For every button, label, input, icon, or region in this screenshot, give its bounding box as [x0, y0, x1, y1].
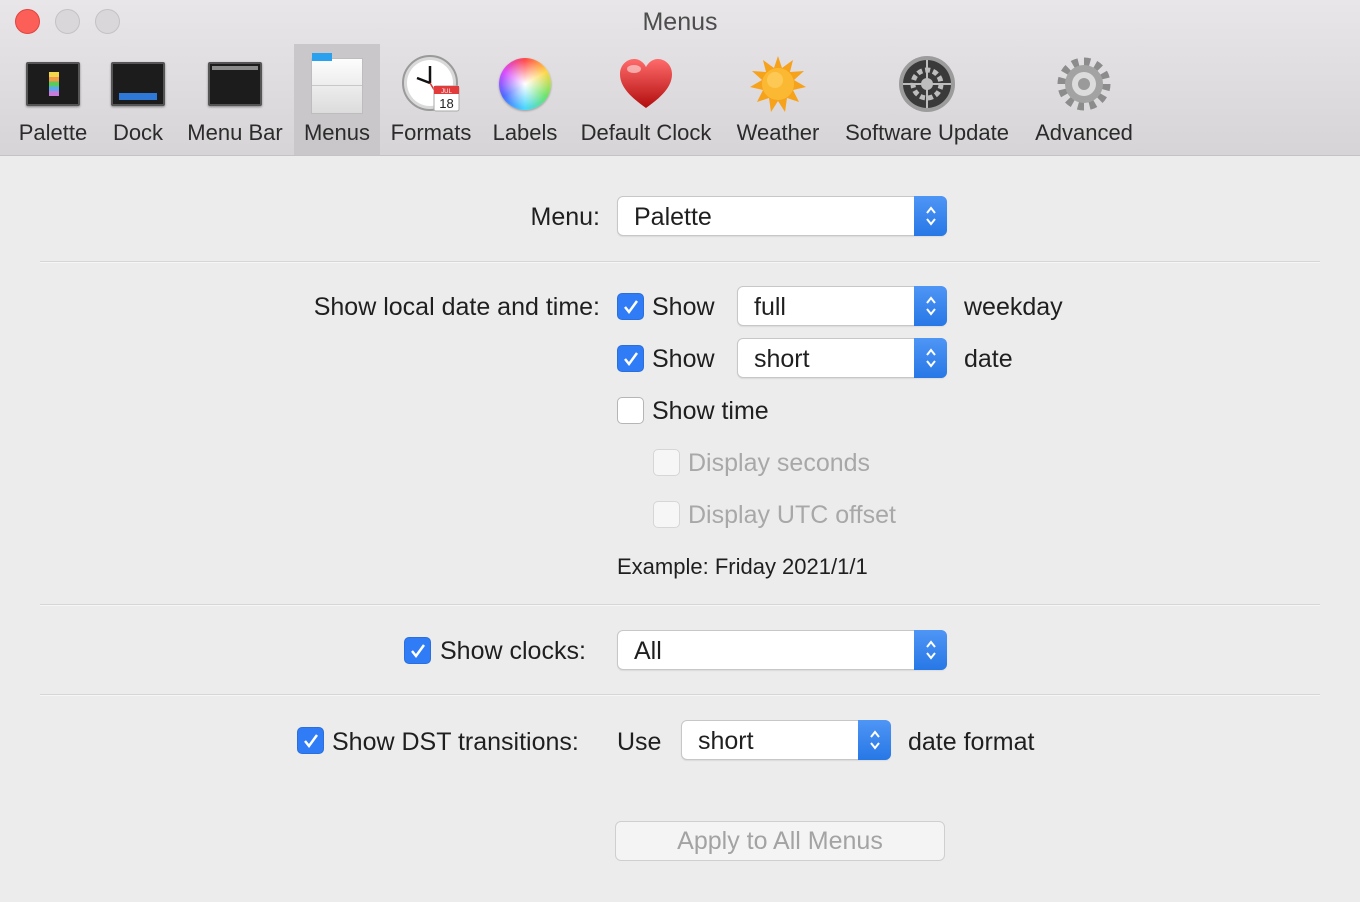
menus-icon [307, 53, 367, 114]
sun-icon [748, 54, 808, 114]
show-clocks-checkbox[interactable] [404, 637, 431, 664]
toolbar-item-label: Default Clock [580, 120, 712, 145]
dst-format-value: short [698, 727, 754, 755]
toolbar-item-menus[interactable]: Menus [294, 44, 380, 155]
date-suffix-label: date [964, 345, 1013, 373]
clock-calendar-icon: JUL 18 [401, 54, 461, 114]
show-weekday-checkbox[interactable] [617, 293, 644, 320]
toolbar-item-menu-bar[interactable]: Menu Bar [180, 44, 290, 155]
example-text: Example: Friday 2021/1/1 [617, 554, 868, 579]
toolbar-item-label: Software Update [845, 120, 1009, 145]
show-clocks-label: Show clocks: [440, 637, 586, 665]
toolbar-item-labels[interactable]: Labels [484, 44, 566, 155]
show-dst-label: Show DST transitions: [332, 728, 579, 756]
separator [40, 694, 1320, 696]
show-weekday-label: Show [652, 293, 715, 321]
calendar-month-text: JUL [441, 89, 452, 95]
show-time-checkbox[interactable] [617, 397, 644, 424]
dst-use-label: Use [617, 728, 662, 756]
toolbar-item-software-update[interactable]: Software Update [834, 44, 1020, 155]
title-bar: Menus Palette Dock Menu Bar Menus JUL 18… [0, 0, 1360, 156]
popup-stepper-icon [914, 630, 947, 670]
color-wheel-icon [495, 54, 555, 114]
show-date-label: Show [652, 345, 715, 373]
calendar-day-text: 18 [439, 96, 453, 111]
popup-stepper-icon [914, 196, 947, 236]
popup-stepper-icon [914, 286, 947, 326]
menu-bar-icon [205, 54, 265, 114]
toolbar-item-default-clock[interactable]: Default Clock [570, 44, 722, 155]
palette-icon [23, 54, 83, 114]
date-format-value: short [754, 345, 810, 373]
weekday-suffix-label: weekday [964, 293, 1063, 321]
separator [40, 261, 1320, 263]
clocks-popup-value: All [634, 637, 662, 665]
software-update-icon [897, 54, 957, 114]
toolbar-item-label: Formats [390, 120, 472, 145]
separator [40, 604, 1320, 606]
toolbar-item-label: Weather [736, 120, 820, 145]
toolbar-item-label: Dock [112, 120, 164, 145]
toolbar-item-advanced[interactable]: Advanced [1026, 44, 1142, 155]
toolbar-item-label: Menus [303, 120, 371, 145]
gear-icon [1054, 54, 1114, 114]
toolbar-item-label: Labels [492, 120, 558, 145]
toolbar-item-palette[interactable]: Palette [8, 44, 98, 155]
menus-preferences-window: Menus Palette Dock Menu Bar Menus JUL 18… [0, 0, 1360, 902]
display-utc-offset-label: Display UTC offset [688, 501, 896, 529]
weekday-format-popup[interactable]: full [737, 286, 947, 326]
window-title: Menus [642, 8, 718, 36]
heart-icon [616, 54, 676, 114]
apply-to-all-menus-button[interactable]: Apply to All Menus [615, 821, 945, 861]
toolbar-item-label: Menu Bar [187, 120, 283, 145]
menu-label: Menu: [530, 203, 600, 231]
menu-popup[interactable]: Palette [617, 196, 947, 236]
toolbar-item-formats[interactable]: JUL 18 Formats [384, 44, 478, 155]
show-date-checkbox[interactable] [617, 345, 644, 372]
toolbar-item-weather[interactable]: Weather [728, 44, 828, 155]
toolbar-item-dock[interactable]: Dock [100, 44, 176, 155]
local-date-time-label: Show local date and time: [313, 293, 600, 321]
dock-icon [108, 54, 168, 114]
toolbar-item-label: Palette [18, 120, 88, 145]
weekday-format-value: full [754, 293, 786, 321]
clocks-popup[interactable]: All [617, 630, 947, 670]
toolbar-item-label: Advanced [1035, 120, 1133, 145]
display-seconds-checkbox[interactable] [653, 449, 680, 476]
show-dst-checkbox[interactable] [297, 727, 324, 754]
display-seconds-label: Display seconds [688, 449, 871, 477]
menu-popup-value: Palette [634, 203, 712, 231]
dst-suffix-label: date format [908, 728, 1035, 756]
display-utc-offset-checkbox[interactable] [653, 501, 680, 528]
date-format-popup[interactable]: short [737, 338, 947, 378]
show-time-label: Show time [652, 397, 769, 425]
popup-stepper-icon [914, 338, 947, 378]
dst-format-popup[interactable]: short [681, 720, 891, 760]
popup-stepper-icon [858, 720, 891, 760]
